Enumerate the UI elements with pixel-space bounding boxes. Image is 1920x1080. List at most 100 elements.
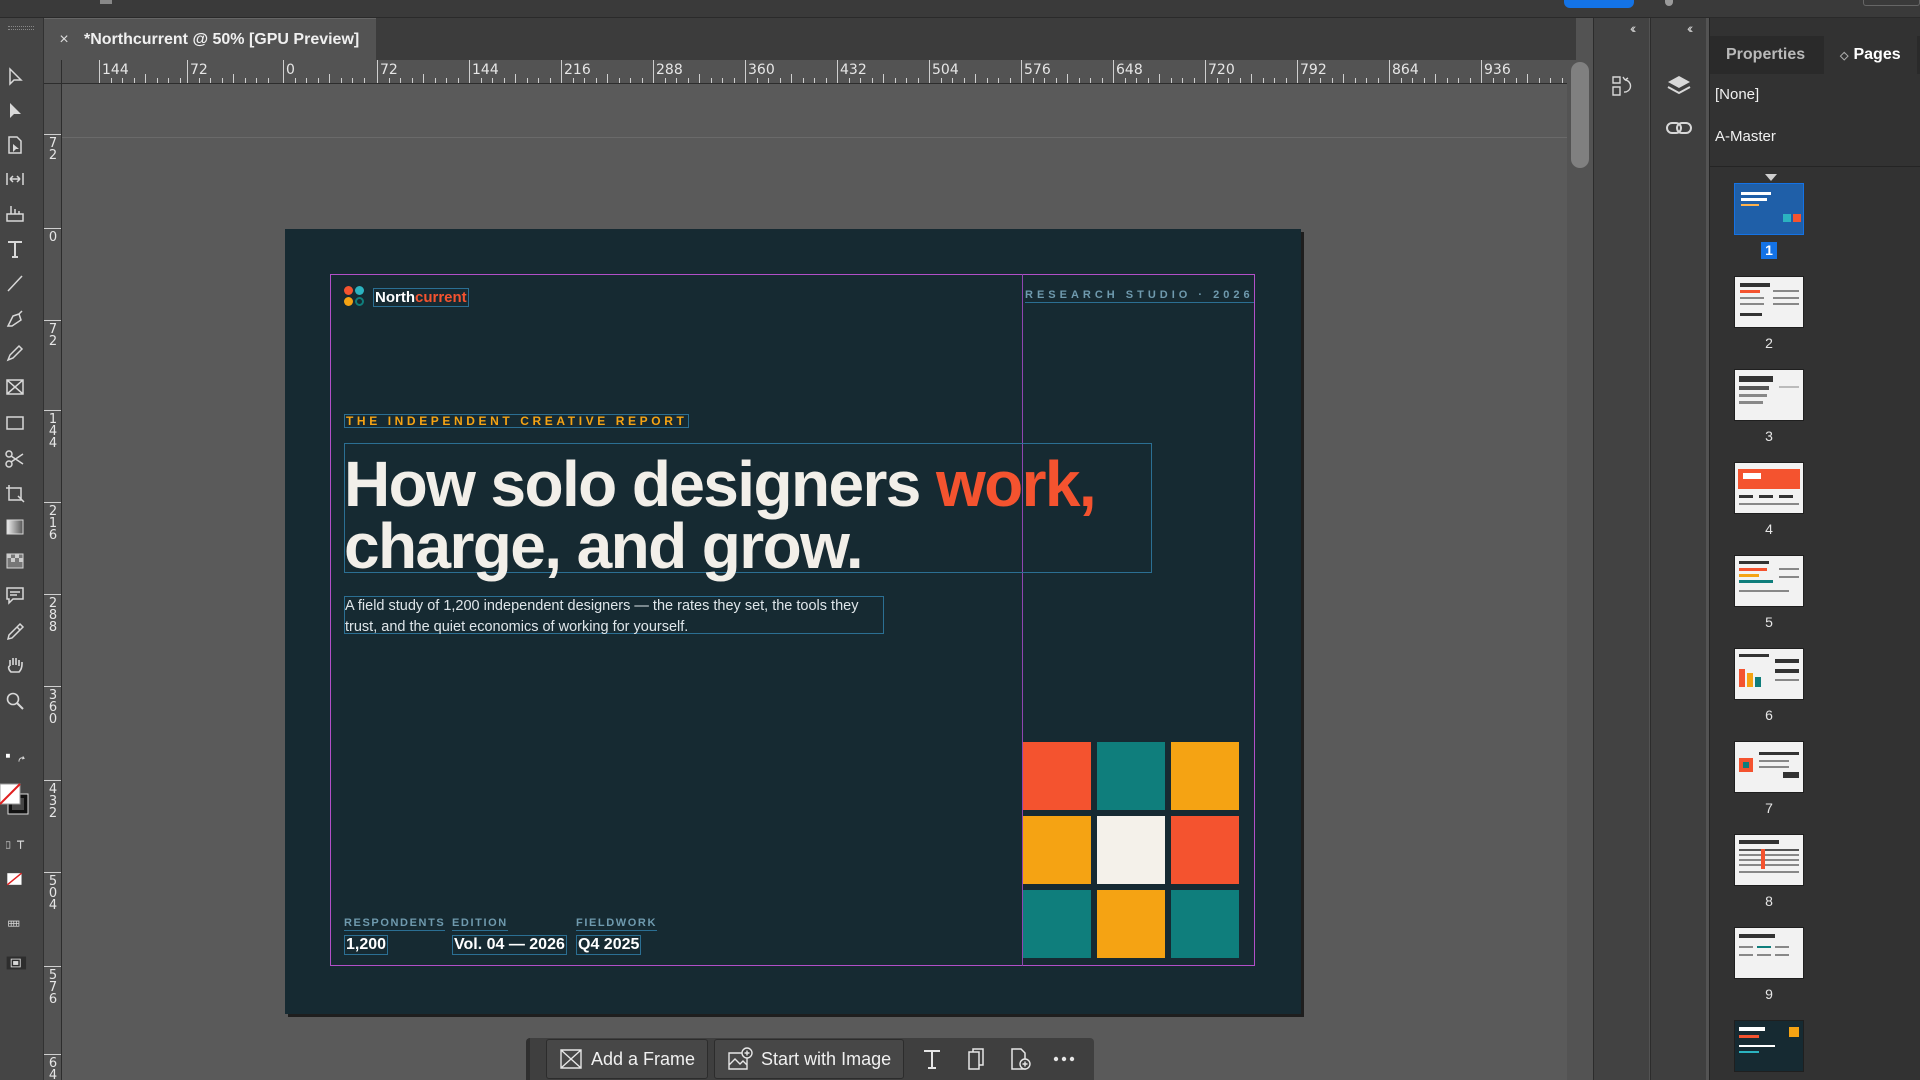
pages-history-icon[interactable] xyxy=(1602,68,1642,104)
add-frame-button[interactable]: Add a Frame xyxy=(546,1039,709,1079)
document-tab[interactable]: × *Northcurrent @ 50% [GPU Preview] xyxy=(44,18,376,60)
thumbnail-content xyxy=(1739,590,1789,592)
collapse-panel-icon[interactable]: ‹‹ xyxy=(1687,20,1694,36)
stat-label: FIELDWORK xyxy=(576,917,658,931)
ruler-major-tick xyxy=(44,1054,61,1055)
tab-pages[interactable]: ◇ Pages xyxy=(1824,36,1917,74)
stat-edition[interactable]: EDITION Vol. 04 — 2026 xyxy=(452,913,567,955)
color-block[interactable] xyxy=(1171,742,1239,810)
dek-text[interactable]: A field study of 1,200 independent desig… xyxy=(345,596,885,638)
direct-selection-tool-icon[interactable] xyxy=(0,98,30,124)
apply-none-icon[interactable] xyxy=(0,866,34,892)
brand-logo[interactable]: Northcurrent xyxy=(344,286,469,308)
color-block[interactable] xyxy=(1097,742,1165,810)
pages-icon[interactable] xyxy=(954,1039,998,1079)
ruler-minor-tick xyxy=(952,78,953,83)
note-tool-icon[interactable] xyxy=(0,582,30,608)
ruler-minor-tick xyxy=(306,78,307,83)
free-transform-tool-icon[interactable] xyxy=(0,480,30,506)
page-thumbnail[interactable] xyxy=(1734,741,1804,793)
report-kicker[interactable]: THE INDEPENDENT CREATIVE REPORT xyxy=(344,414,690,428)
screen-mode-icon[interactable] xyxy=(0,910,34,936)
ruler-minor-tick xyxy=(1251,74,1252,83)
page-thumbnail[interactable] xyxy=(1734,555,1804,607)
panel-grip[interactable] xyxy=(8,26,34,30)
swap-fill-stroke-icon[interactable] xyxy=(0,746,34,772)
page-thumbnail[interactable] xyxy=(1734,369,1804,421)
tab-properties[interactable]: Properties xyxy=(1710,36,1821,74)
add-page-icon[interactable] xyxy=(998,1039,1042,1079)
color-block-grid[interactable] xyxy=(1023,742,1239,958)
line-tool-icon[interactable] xyxy=(0,270,30,296)
hand-tool-icon[interactable] xyxy=(0,652,30,678)
ruler-major-tick xyxy=(44,134,61,135)
page-thumbnail[interactable] xyxy=(1734,834,1804,886)
scissors-tool-icon[interactable] xyxy=(0,446,30,472)
page-thumbnail[interactable] xyxy=(1734,183,1804,235)
stat-fieldwork[interactable]: FIELDWORK Q4 2025 xyxy=(576,913,658,955)
layers-icon[interactable] xyxy=(1659,68,1699,104)
gap-tool-icon[interactable] xyxy=(0,166,30,192)
color-block[interactable] xyxy=(1097,816,1165,884)
rectangle-tool-icon[interactable] xyxy=(0,410,30,436)
pen-tool-icon[interactable] xyxy=(0,306,30,332)
page-thumbnail[interactable] xyxy=(1734,276,1804,328)
stat-respondents[interactable]: RESPONDENTS 1,200 xyxy=(344,913,446,955)
vertical-ruler[interactable]: 72 0 72 144 216 288 360 432 504 576 64 xyxy=(44,84,62,1080)
page-spread[interactable]: Northcurrent RESEARCH STUDIO · 2026 THE … xyxy=(285,229,1301,1014)
ruler-minor-tick xyxy=(860,78,861,83)
ruler-minor-tick xyxy=(294,78,296,83)
thumbnail-content xyxy=(1741,192,1771,195)
ruler-minor-tick xyxy=(198,78,200,83)
ruler-major-tick xyxy=(44,872,61,873)
selection-tool-icon[interactable] xyxy=(0,64,30,90)
more-options-icon[interactable] xyxy=(1042,1039,1086,1079)
fill-stroke-swatch[interactable] xyxy=(0,776,34,826)
studio-line[interactable]: RESEARCH STUDIO · 2026 xyxy=(1025,289,1254,303)
masters-divider[interactable] xyxy=(1710,166,1920,167)
zoom-tool-icon[interactable] xyxy=(0,688,30,714)
color-block[interactable] xyxy=(1023,742,1091,810)
color-block[interactable] xyxy=(1171,890,1239,958)
color-block[interactable] xyxy=(1023,890,1091,958)
links-icon[interactable] xyxy=(1659,110,1699,146)
pencil-tool-icon[interactable] xyxy=(0,340,30,366)
page-thumbnail[interactable] xyxy=(1734,462,1804,514)
horizontal-ruler[interactable]: 144 72 0 72 144 216 288 360 432 504 576 648 720 792 86… xyxy=(62,60,1567,84)
master-none[interactable]: [None] xyxy=(1715,86,1759,103)
page-thumbnail[interactable] xyxy=(1734,1020,1804,1072)
page-tool-icon[interactable] xyxy=(0,132,30,158)
rectangle-frame-tool-icon[interactable] xyxy=(0,374,30,400)
gradient-swatch-tool-icon[interactable] xyxy=(0,514,30,540)
color-block[interactable] xyxy=(1097,890,1165,958)
gradient-feather-tool-icon[interactable] xyxy=(0,548,30,574)
ruler-minor-tick xyxy=(1228,78,1229,83)
scroll-thumb[interactable] xyxy=(1571,62,1589,168)
preview-mode-icon[interactable] xyxy=(0,950,34,976)
color-block[interactable] xyxy=(1171,816,1239,884)
document-canvas[interactable]: Northcurrent RESEARCH STUDIO · 2026 THE … xyxy=(62,84,1567,1080)
master-a[interactable]: A-Master xyxy=(1715,128,1776,145)
start-with-image-button[interactable]: Start with Image xyxy=(714,1039,905,1079)
ruler-origin[interactable] xyxy=(44,60,62,84)
page-thumbnail[interactable] xyxy=(1734,648,1804,700)
thumbnail-content xyxy=(1775,954,1789,956)
headline[interactable]: How solo designers work, charge, and gro… xyxy=(344,452,1194,578)
type-tool-icon[interactable] xyxy=(0,236,30,262)
ruler-minor-tick xyxy=(756,78,758,83)
color-block[interactable] xyxy=(1023,816,1091,884)
close-tab-icon[interactable]: × xyxy=(44,31,84,49)
text-frame-icon[interactable] xyxy=(910,1039,954,1079)
eyedropper-tool-icon[interactable] xyxy=(0,618,30,644)
vertical-scrollbar[interactable] xyxy=(1567,60,1593,1080)
share-button[interactable] xyxy=(1564,0,1634,8)
ruler-major-tick xyxy=(1113,60,1114,83)
collapse-dock-icon[interactable]: ‹‹ xyxy=(1630,20,1637,36)
lightbulb-icon[interactable] xyxy=(1665,0,1673,6)
content-collector-icon[interactable] xyxy=(0,200,30,226)
search-field-fragment[interactable] xyxy=(1863,0,1920,6)
ruler-minor-tick xyxy=(244,78,246,83)
page-thumbnail[interactable] xyxy=(1734,927,1804,979)
formatting-affects-text-icon[interactable] xyxy=(0,832,34,858)
ruler-minor-tick xyxy=(122,78,123,83)
